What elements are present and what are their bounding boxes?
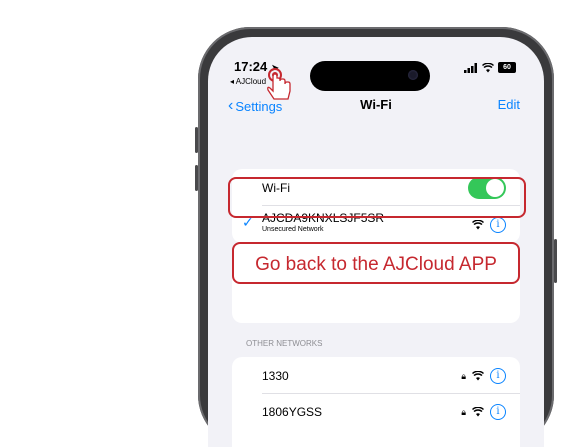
network-ssid: 1806YGSS bbox=[262, 405, 323, 419]
wifi-icon bbox=[472, 220, 484, 230]
network-row[interactable]: 1806YGSS 🔒︎ i bbox=[232, 394, 520, 430]
back-to-app-link[interactable]: ◂ AJCloud bbox=[230, 77, 266, 86]
other-networks-group: 1330 🔒︎ i 1806YGSS 🔒︎ i bbox=[232, 357, 520, 447]
info-icon[interactable]: i bbox=[490, 368, 506, 384]
volume-up-button bbox=[195, 127, 198, 153]
wifi-icon bbox=[472, 407, 484, 417]
lock-icon: 🔒︎ bbox=[461, 406, 466, 417]
wifi-icon bbox=[472, 371, 484, 381]
instruction-banner: Go back to the AJCloud APP bbox=[232, 242, 520, 284]
connected-network-highlight bbox=[228, 177, 526, 218]
other-networks-header: OTHER NETWORKS bbox=[246, 339, 323, 348]
network-icons: 🔒︎ i bbox=[461, 368, 506, 384]
wifi-status-icon bbox=[482, 62, 494, 72]
phone-frame: 17:24 ➤ ◂ AJCloud 60 ‹ Settings Wi-Fi Ed… bbox=[195, 27, 557, 447]
battery-icon: 60 bbox=[498, 62, 516, 73]
tap-hand-icon bbox=[264, 67, 296, 103]
info-icon[interactable]: i bbox=[490, 217, 506, 233]
network-row[interactable]: 1330 🔒︎ i bbox=[232, 357, 520, 393]
volume-down-button bbox=[195, 165, 198, 191]
connected-subtitle: Unsecured Network bbox=[262, 226, 324, 233]
lock-icon: 🔒︎ bbox=[461, 370, 466, 381]
page-title: Wi-Fi bbox=[360, 97, 392, 112]
camera-icon bbox=[408, 70, 418, 80]
connected-icons: i bbox=[472, 217, 506, 233]
network-ssid: 1330 bbox=[262, 369, 289, 383]
network-icons: 🔒︎ i bbox=[461, 404, 506, 420]
edit-button[interactable]: Edit bbox=[498, 97, 520, 112]
power-button bbox=[554, 239, 557, 283]
info-icon[interactable]: i bbox=[490, 404, 506, 420]
dynamic-island bbox=[310, 61, 430, 91]
status-icons: 60 bbox=[464, 62, 516, 73]
navigation-bar: ‹ Settings Wi-Fi Edit bbox=[208, 97, 544, 119]
cellular-signal-icon bbox=[464, 62, 477, 73]
